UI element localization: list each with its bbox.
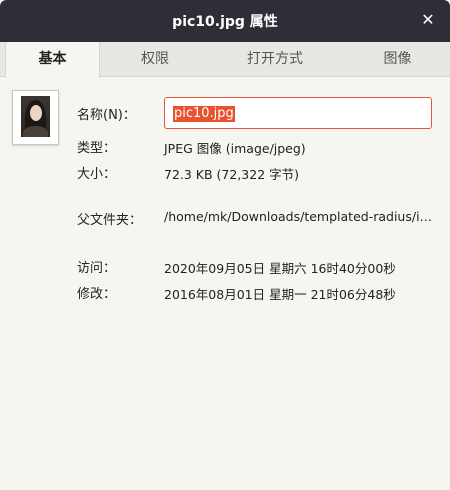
modified-value: 2016年08月01日 星期一 21时06分48秒 xyxy=(164,287,396,302)
tab-permissions[interactable]: 权限 xyxy=(110,42,200,77)
type-value: JPEG 图像 (image/jpeg) xyxy=(164,141,306,156)
tab-basic[interactable]: 基本 xyxy=(5,42,100,78)
title-bar[interactable]: pic10.jpg 属性 ✕ xyxy=(0,0,450,42)
parent-folder-value[interactable]: /home/mk/Downloads/templated-radius/i… xyxy=(164,209,436,224)
close-icon[interactable]: ✕ xyxy=(418,10,438,30)
accessed-label: 访问： xyxy=(77,261,117,276)
modified-label: 修改： xyxy=(77,287,117,302)
tab-open-with[interactable]: 打开方式 xyxy=(225,42,325,77)
thumbnail-image xyxy=(21,96,50,137)
size-value: 72.3 KB (72,322 字节) xyxy=(164,167,300,182)
parent-folder-label: 父文件夹： xyxy=(77,213,143,228)
name-field[interactable]: pic10.jpg xyxy=(164,97,432,129)
properties-dialog: pic10.jpg 属性 ✕ 基本 权限 打开方式 图像 名称(N)： pic1… xyxy=(0,0,450,490)
window-title: pic10.jpg 属性 xyxy=(172,14,278,30)
file-thumbnail xyxy=(12,90,59,145)
tab-image[interactable]: 图像 xyxy=(350,42,445,77)
accessed-value: 2020年09月05日 星期六 16时40分00秒 xyxy=(164,261,396,276)
size-label: 大小： xyxy=(77,167,117,182)
type-label: 类型： xyxy=(77,141,117,156)
name-label: 名称(N)： xyxy=(77,108,136,123)
tab-bar: 基本 权限 打开方式 图像 xyxy=(0,42,450,78)
name-field-selected-text: pic10.jpg xyxy=(173,106,235,122)
